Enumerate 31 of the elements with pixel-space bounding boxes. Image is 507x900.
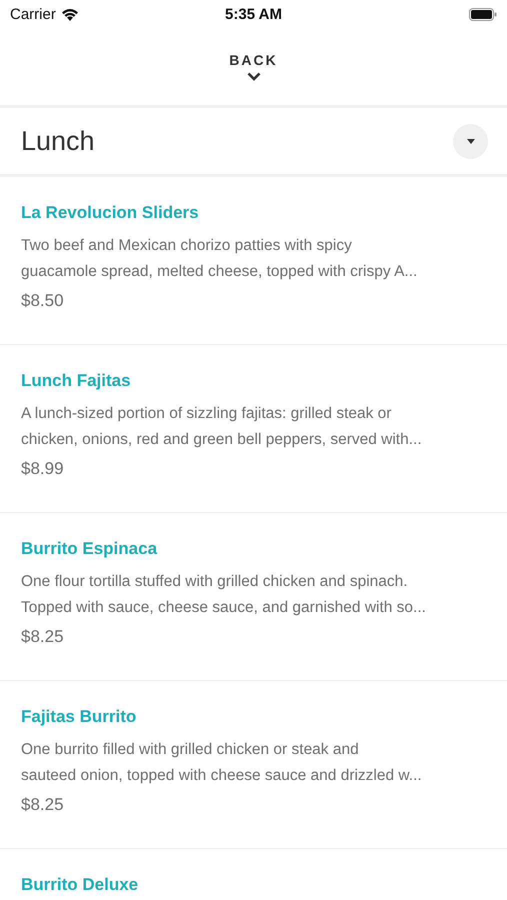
caret-down-icon[interactable] [466,138,476,144]
battery-icon [469,8,497,20]
menu-item-card[interactable]: La Revolucion Sliders Two beef and Mexican chorizo patties with spicy guacamole spread, melted cheese, topped with crispy A... $8.50 [0,177,507,345]
item-price: $8.50 [21,291,64,311]
item-price: $8.25 [21,795,64,815]
chevron-down-icon[interactable] [246,72,260,81]
carrier-label: Carrier [10,6,56,22]
item-price: $8.99 [21,459,64,479]
section-title: Lunch [21,126,95,156]
item-description: One flour tortilla stuffed with grilled chicken and spinach. [21,572,408,592]
item-description: guacamole spread, melted cheese, topped with crispy A... [21,262,418,282]
item-description: One burrito filled with grilled chicken or steak and [21,740,359,760]
item-description: Topped with sauce, cheese sauce, and garnished with so... [21,598,426,618]
item-price: $8.25 [21,627,64,647]
menu-item-card[interactable]: Fajitas Burrito One burrito filled with grilled chicken or steak and sauteed onion, topped with cheese sauce and drizzled w... $8.25 [0,681,507,849]
item-description: chicken, onions, red and green bell peppers, served with... [21,430,422,450]
item-description: A lunch-sized portion of sizzling fajitas: grilled steak or [21,404,392,424]
item-description: Two beef and Mexican chorizo patties with spicy [21,236,352,256]
clock-time: 5:35 AM [225,6,282,22]
menu-item-card[interactable]: Burrito Espinaca One flour tortilla stuffed with grilled chicken and spinach. Topped with sauce, cheese sauce, and garnished with so... $8.25 [0,513,507,681]
menu-item-card[interactable]: Burrito Deluxe [0,849,507,900]
item-name: Fajitas Burrito [21,707,136,727]
item-name: Burrito Deluxe [21,875,138,895]
item-name: Lunch Fajitas [21,371,131,391]
item-name: Burrito Espinaca [21,539,158,559]
item-description: sauteed onion, topped with cheese sauce and drizzled w... [21,766,422,786]
collapse-toggle-button[interactable] [453,124,488,158]
item-name: La Revolucion Sliders [21,203,199,223]
back-button[interactable]: BACK [229,52,278,68]
menu-item-card[interactable]: Lunch Fajitas A lunch-sized portion of sizzling fajitas: grilled steak or chicken, onions, red and green bell peppers, served with... $8.99 [0,345,507,513]
wifi-icon [60,8,79,20]
